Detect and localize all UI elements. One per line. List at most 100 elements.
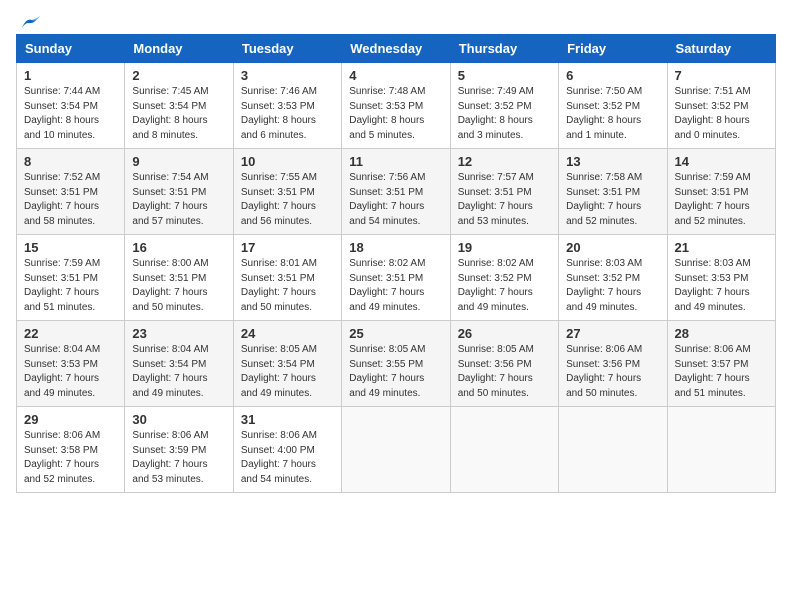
day-number: 20 (566, 240, 659, 255)
calendar-header-row: SundayMondayTuesdayWednesdayThursdayFrid… (17, 35, 776, 63)
calendar-cell: 27Sunrise: 8:06 AM Sunset: 3:56 PM Dayli… (559, 321, 667, 407)
week-row-1: 1 Sunrise: 7:44 AM Sunset: 3:54 PM Daylig… (17, 63, 776, 149)
day-number: 5 (458, 68, 551, 83)
day-info: Sunrise: 7:51 AM Sunset: 3:52 PM Dayligh… (675, 85, 768, 143)
day-info: Sunrise: 7:58 AM Sunset: 3:51 PM Dayligh… (566, 171, 659, 229)
day-info: Sunrise: 8:06 AM Sunset: 4:00 PM Dayligh… (241, 429, 334, 487)
day-info: Sunrise: 7:48 AM Sunset: 3:53 PM Dayligh… (349, 85, 442, 143)
logo-bird-icon (18, 16, 40, 32)
column-header-monday: Monday (125, 35, 233, 63)
day-info: Sunrise: 7:56 AM Sunset: 3:51 PM Dayligh… (349, 171, 442, 229)
day-info: Sunrise: 7:55 AM Sunset: 3:51 PM Dayligh… (241, 171, 334, 229)
day-number: 11 (349, 154, 442, 169)
calendar-cell: 9 Sunrise: 7:54 AM Sunset: 3:51 PM Daylig… (125, 149, 233, 235)
day-number: 6 (566, 68, 659, 83)
column-header-thursday: Thursday (450, 35, 558, 63)
column-header-saturday: Saturday (667, 35, 775, 63)
day-info: Sunrise: 8:04 AM Sunset: 3:54 PM Dayligh… (132, 343, 225, 401)
day-number: 3 (241, 68, 334, 83)
column-header-friday: Friday (559, 35, 667, 63)
day-info: Sunrise: 8:01 AM Sunset: 3:51 PM Dayligh… (241, 257, 334, 315)
day-info: Sunrise: 7:54 AM Sunset: 3:51 PM Dayligh… (132, 171, 225, 229)
day-info: Sunrise: 7:44 AM Sunset: 3:54 PM Dayligh… (24, 85, 117, 143)
day-number: 9 (132, 154, 225, 169)
calendar-cell: 28 Sunrise: 8:06 AM Sunset: 3:57 PM Dayli… (667, 321, 775, 407)
day-number: 28 (675, 326, 768, 341)
day-number: 8 (24, 154, 117, 169)
day-number: 2 (132, 68, 225, 83)
day-number: 26 (458, 326, 551, 341)
calendar-cell: 2 Sunrise: 7:45 AM Sunset: 3:54 PM Daylig… (125, 63, 233, 149)
day-number: 4 (349, 68, 442, 83)
calendar-cell: 21 Sunrise: 8:03 AM Sunset: 3:53 PM Dayli… (667, 235, 775, 321)
calendar-cell: 6 Sunrise: 7:50 AM Sunset: 3:52 PM Daylig… (559, 63, 667, 149)
day-info: Sunrise: 7:52 AM Sunset: 3:51 PM Dayligh… (24, 171, 117, 229)
column-header-tuesday: Tuesday (233, 35, 341, 63)
calendar-cell: 11 Sunrise: 7:56 AM Sunset: 3:51 PM Dayli… (342, 149, 450, 235)
day-info: Sunrise: 7:46 AM Sunset: 3:53 PM Dayligh… (241, 85, 334, 143)
day-number: 27 (566, 326, 659, 341)
calendar-cell: 25 Sunrise: 8:05 AM Sunset: 3:55 PM Dayli… (342, 321, 450, 407)
week-row-3: 15 Sunrise: 7:59 AM Sunset: 3:51 PM Dayli… (17, 235, 776, 321)
day-number: 16 (132, 240, 225, 255)
day-info: Sunrise: 7:49 AM Sunset: 3:52 PM Dayligh… (458, 85, 551, 143)
day-number: 15 (24, 240, 117, 255)
day-number: 29 (24, 412, 117, 427)
calendar-cell: 29 Sunrise: 8:06 AM Sunset: 3:58 PM Dayli… (17, 407, 125, 493)
day-info: Sunrise: 8:02 AM Sunset: 3:52 PM Dayligh… (458, 257, 551, 315)
calendar-cell: 8 Sunrise: 7:52 AM Sunset: 3:51 PM Daylig… (17, 149, 125, 235)
calendar-cell (450, 407, 558, 493)
day-number: 1 (24, 68, 117, 83)
day-number: 18 (349, 240, 442, 255)
day-info: Sunrise: 7:59 AM Sunset: 3:51 PM Dayligh… (675, 171, 768, 229)
week-row-5: 29 Sunrise: 8:06 AM Sunset: 3:58 PM Dayli… (17, 407, 776, 493)
day-info: Sunrise: 8:06 AM Sunset: 3:58 PM Dayligh… (24, 429, 117, 487)
calendar-cell: 22 Sunrise: 8:04 AM Sunset: 3:53 PM Dayli… (17, 321, 125, 407)
day-number: 14 (675, 154, 768, 169)
calendar-table: SundayMondayTuesdayWednesdayThursdayFrid… (16, 34, 776, 493)
day-info: Sunrise: 8:00 AM Sunset: 3:51 PM Dayligh… (132, 257, 225, 315)
day-info: Sunrise: 8:02 AM Sunset: 3:51 PM Dayligh… (349, 257, 442, 315)
day-number: 24 (241, 326, 334, 341)
day-info: Sunrise: 8:05 AM Sunset: 3:55 PM Dayligh… (349, 343, 442, 401)
column-header-wednesday: Wednesday (342, 35, 450, 63)
calendar-cell: 10Sunrise: 7:55 AM Sunset: 3:51 PM Dayli… (233, 149, 341, 235)
day-number: 12 (458, 154, 551, 169)
calendar-cell: 4 Sunrise: 7:48 AM Sunset: 3:53 PM Daylig… (342, 63, 450, 149)
day-info: Sunrise: 8:03 AM Sunset: 3:53 PM Dayligh… (675, 257, 768, 315)
day-number: 21 (675, 240, 768, 255)
day-number: 19 (458, 240, 551, 255)
calendar-cell: 3 Sunrise: 7:46 AM Sunset: 3:53 PM Daylig… (233, 63, 341, 149)
calendar-cell: 15 Sunrise: 7:59 AM Sunset: 3:51 PM Dayli… (17, 235, 125, 321)
calendar-cell: 13 Sunrise: 7:58 AM Sunset: 3:51 PM Dayli… (559, 149, 667, 235)
column-header-sunday: Sunday (17, 35, 125, 63)
calendar-body: 1 Sunrise: 7:44 AM Sunset: 3:54 PM Daylig… (17, 63, 776, 493)
calendar-cell: 31 Sunrise: 8:06 AM Sunset: 4:00 PM Dayli… (233, 407, 341, 493)
calendar-cell: 1 Sunrise: 7:44 AM Sunset: 3:54 PM Daylig… (17, 63, 125, 149)
page-header (16, 16, 776, 28)
calendar-cell: 19 Sunrise: 8:02 AM Sunset: 3:52 PM Dayli… (450, 235, 558, 321)
day-info: Sunrise: 7:45 AM Sunset: 3:54 PM Dayligh… (132, 85, 225, 143)
calendar-cell: 30Sunrise: 8:06 AM Sunset: 3:59 PM Dayli… (125, 407, 233, 493)
day-info: Sunrise: 8:06 AM Sunset: 3:59 PM Dayligh… (132, 429, 225, 487)
week-row-2: 8 Sunrise: 7:52 AM Sunset: 3:51 PM Daylig… (17, 149, 776, 235)
day-number: 22 (24, 326, 117, 341)
calendar-cell: 16 Sunrise: 8:00 AM Sunset: 3:51 PM Dayli… (125, 235, 233, 321)
day-info: Sunrise: 8:05 AM Sunset: 3:56 PM Dayligh… (458, 343, 551, 401)
day-info: Sunrise: 8:04 AM Sunset: 3:53 PM Dayligh… (24, 343, 117, 401)
calendar-cell: 17Sunrise: 8:01 AM Sunset: 3:51 PM Dayli… (233, 235, 341, 321)
day-info: Sunrise: 7:59 AM Sunset: 3:51 PM Dayligh… (24, 257, 117, 315)
day-info: Sunrise: 8:03 AM Sunset: 3:52 PM Dayligh… (566, 257, 659, 315)
day-number: 31 (241, 412, 334, 427)
day-number: 25 (349, 326, 442, 341)
calendar-cell: 18 Sunrise: 8:02 AM Sunset: 3:51 PM Dayli… (342, 235, 450, 321)
day-info: Sunrise: 8:06 AM Sunset: 3:57 PM Dayligh… (675, 343, 768, 401)
calendar-cell (342, 407, 450, 493)
calendar-cell (667, 407, 775, 493)
calendar-cell: 7Sunrise: 7:51 AM Sunset: 3:52 PM Daylig… (667, 63, 775, 149)
calendar-cell: 14 Sunrise: 7:59 AM Sunset: 3:51 PM Dayli… (667, 149, 775, 235)
day-info: Sunrise: 7:50 AM Sunset: 3:52 PM Dayligh… (566, 85, 659, 143)
day-number: 23 (132, 326, 225, 341)
calendar-cell: 24Sunrise: 8:05 AM Sunset: 3:54 PM Dayli… (233, 321, 341, 407)
day-number: 13 (566, 154, 659, 169)
